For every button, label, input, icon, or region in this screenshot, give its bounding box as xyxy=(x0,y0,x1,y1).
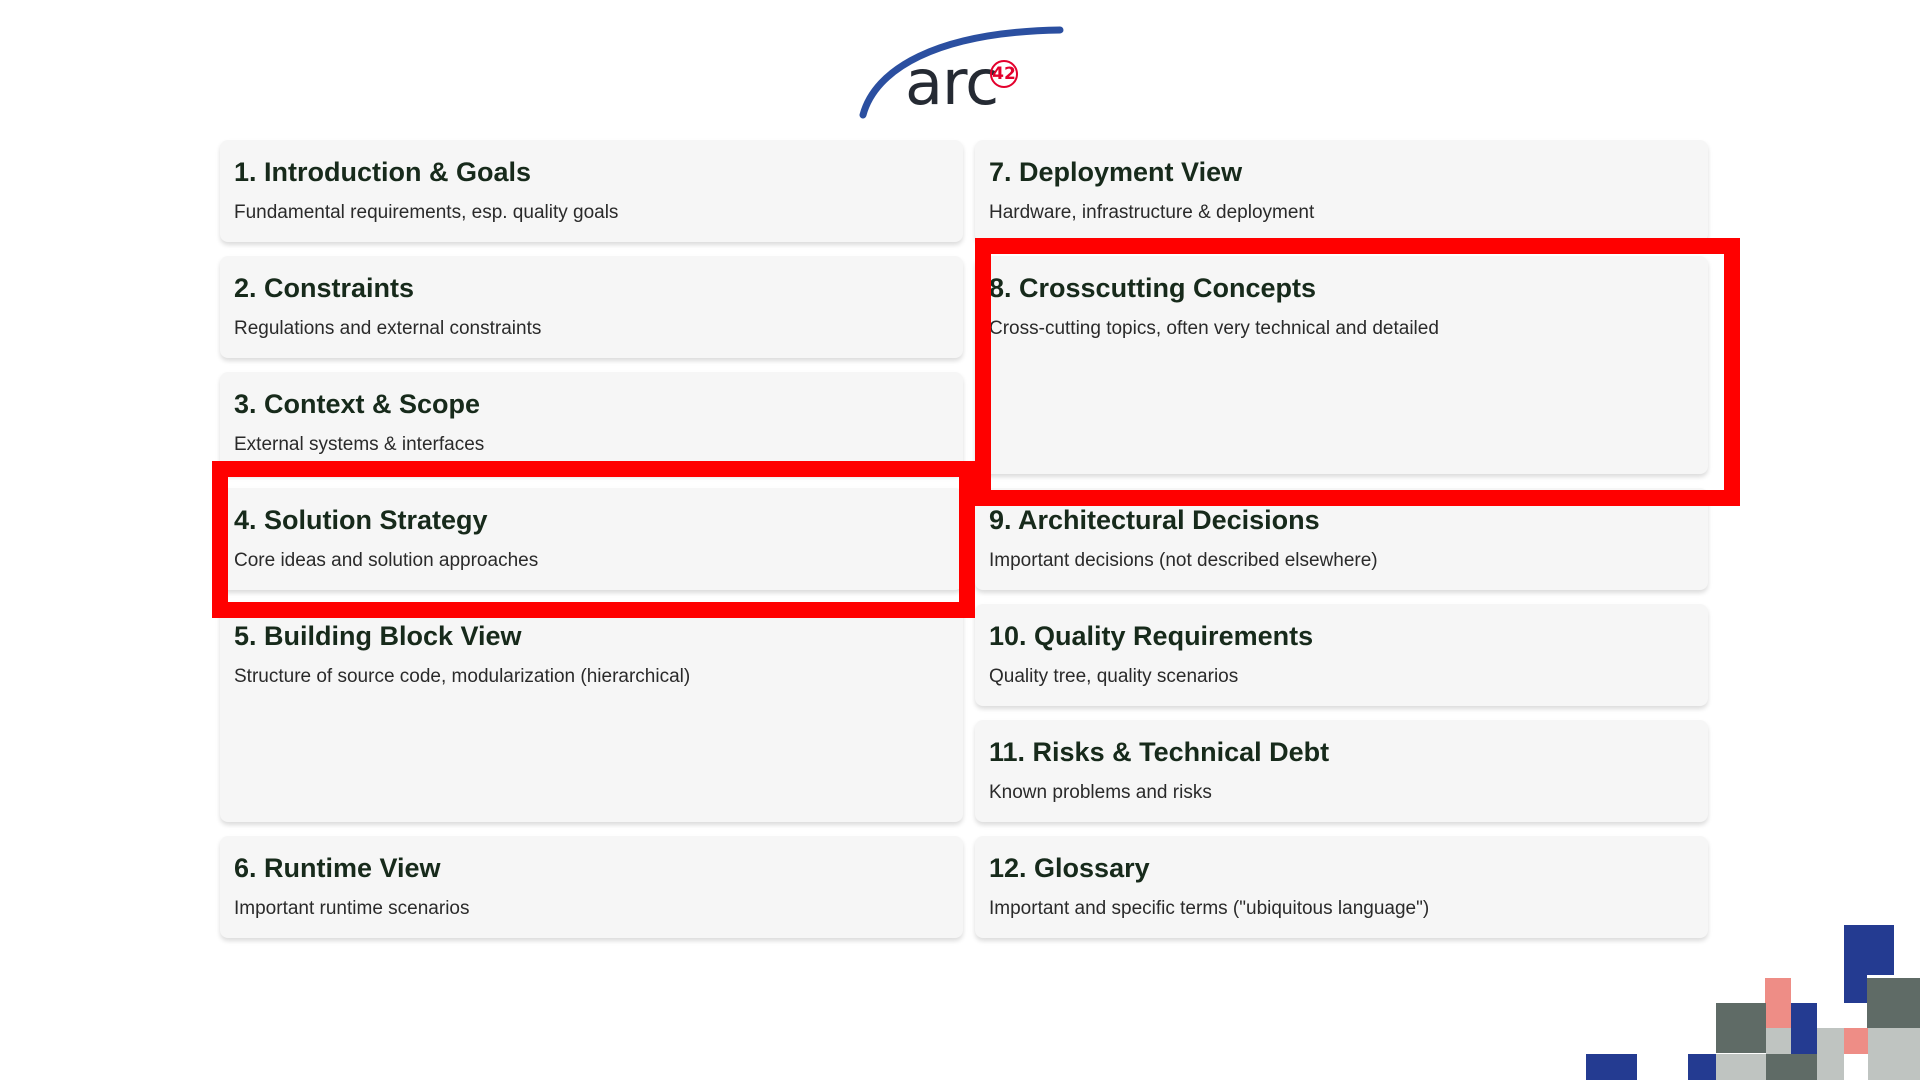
deco-block xyxy=(1766,1054,1817,1080)
section-desc: Hardware, infrastructure & deployment xyxy=(989,202,1315,224)
deco-block xyxy=(1817,1028,1844,1054)
section-desc: Regulations and external constraints xyxy=(234,318,542,340)
section-title: 6. Runtime View xyxy=(234,853,441,883)
section-desc: Cross-cutting topics, often very technic… xyxy=(989,318,1439,340)
section-tile-9[interactable]: 9. Architectural Decisions Important dec… xyxy=(975,488,1708,590)
deco-block xyxy=(1765,978,1791,1028)
section-tile-8[interactable]: 8. Crosscutting Concepts Cross-cutting t… xyxy=(975,256,1708,474)
section-tile-12[interactable]: 12. Glossary Important and specific term… xyxy=(975,836,1708,938)
section-desc: Quality tree, quality scenarios xyxy=(989,666,1239,688)
deco-block xyxy=(1716,1003,1766,1053)
section-tile-2[interactable]: 2. Constraints Regulations and external … xyxy=(220,256,963,358)
section-title: 9. Architectural Decisions xyxy=(989,505,1320,535)
section-desc: Fundamental requirements, esp. quality g… xyxy=(234,202,619,224)
deco-block xyxy=(1716,1054,1766,1080)
section-tile-3[interactable]: 3. Context & Scope External systems & in… xyxy=(220,372,963,474)
deco-block xyxy=(1688,1054,1716,1080)
section-desc: Important runtime scenarios xyxy=(234,898,470,920)
deco-block xyxy=(1766,1028,1791,1054)
deco-block xyxy=(1844,975,1867,1003)
section-desc: Core ideas and solution approaches xyxy=(234,550,539,572)
section-desc: Important decisions (not described elsew… xyxy=(989,550,1378,572)
section-desc: External systems & interfaces xyxy=(234,434,485,456)
deco-block xyxy=(1868,1028,1920,1080)
section-title: 11. Risks & Technical Debt xyxy=(989,737,1330,767)
deco-block xyxy=(1867,978,1920,1028)
deco-block xyxy=(1844,925,1894,975)
deco-block xyxy=(1791,1028,1817,1054)
section-tile-10[interactable]: 10. Quality Requirements Quality tree, q… xyxy=(975,604,1708,706)
section-title: 4. Solution Strategy xyxy=(234,505,488,535)
section-desc: Important and specific terms ("ubiquitou… xyxy=(989,898,1430,920)
section-title: 5. Building Block View xyxy=(234,621,522,651)
deco-block xyxy=(1586,1054,1637,1080)
section-title: 10. Quality Requirements xyxy=(989,621,1314,651)
section-desc: Structure of source code, modularization… xyxy=(234,666,691,688)
section-tile-11[interactable]: 11. Risks & Technical Debt Known problem… xyxy=(975,720,1708,822)
logo-text: arc xyxy=(905,46,999,119)
section-title: 8. Crosscutting Concepts xyxy=(989,273,1317,303)
section-title: 12. Glossary xyxy=(989,853,1150,883)
section-title: 2. Constraints xyxy=(234,273,415,303)
section-title: 7. Deployment View xyxy=(989,157,1243,187)
section-tile-4[interactable]: 4. Solution Strategy Core ideas and solu… xyxy=(220,488,963,590)
section-tile-5[interactable]: 5. Building Block View Structure of sour… xyxy=(220,604,963,822)
section-tile-7[interactable]: 7. Deployment View Hardware, infrastruct… xyxy=(975,140,1708,242)
section-tile-1[interactable]: 1. Introduction & Goals Fundamental requ… xyxy=(220,140,963,242)
arc42-logo: arc 42 xyxy=(855,20,1065,125)
deco-block xyxy=(1844,1028,1868,1054)
section-desc: Known problems and risks xyxy=(989,782,1212,804)
section-title: 1. Introduction & Goals xyxy=(234,157,532,187)
logo-badge: 42 xyxy=(990,60,1018,88)
section-title: 3. Context & Scope xyxy=(234,389,481,419)
deco-block xyxy=(1817,1054,1844,1080)
section-tile-6[interactable]: 6. Runtime View Important runtime scenar… xyxy=(220,836,963,938)
